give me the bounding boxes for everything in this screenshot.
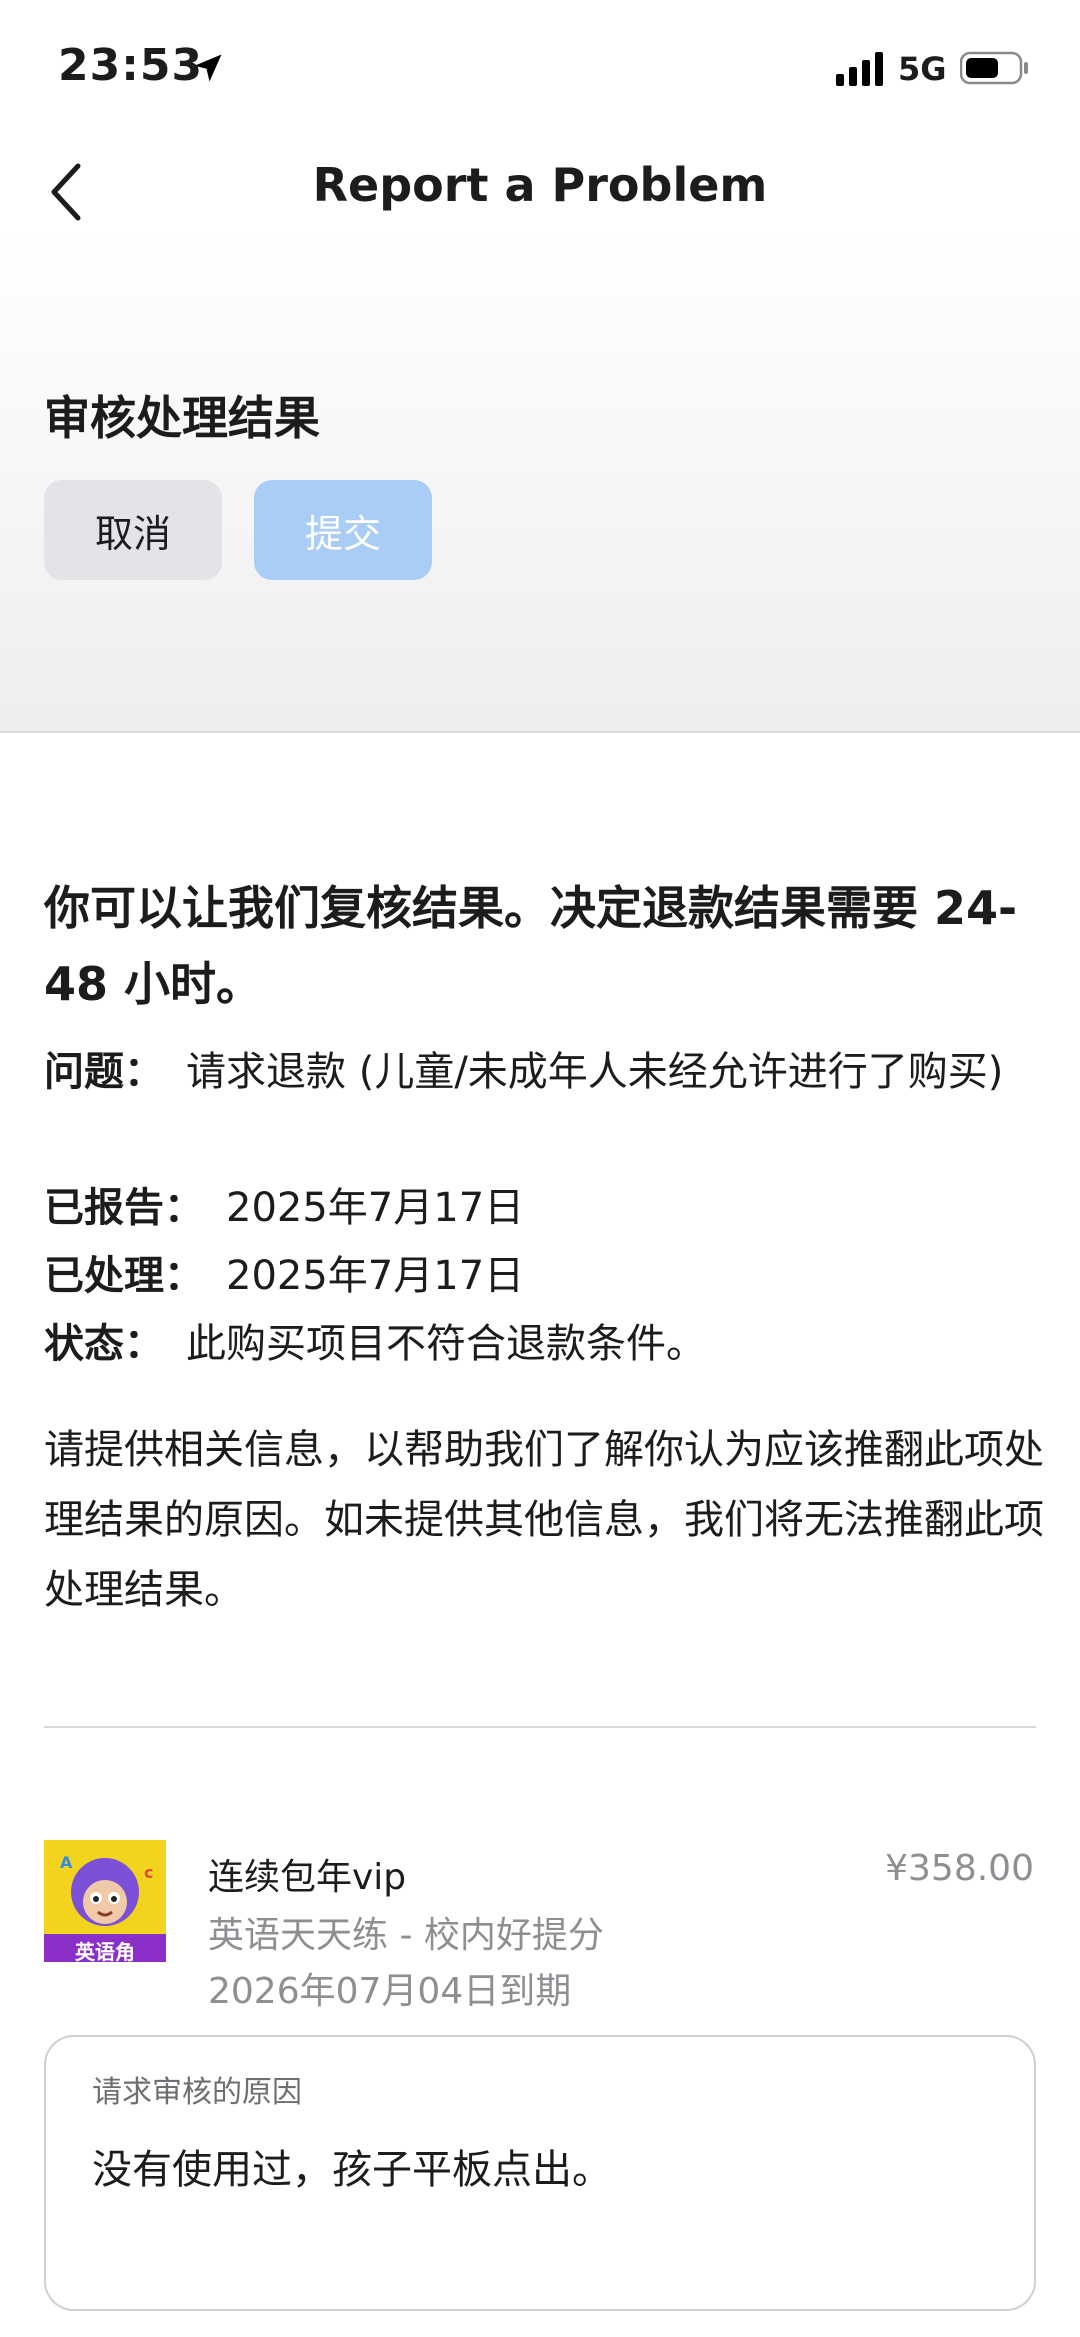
status-key: 状态： xyxy=(44,1321,164,1367)
svg-text:A: A xyxy=(60,1853,73,1872)
cancel-button[interactable]: 取消 xyxy=(44,480,222,580)
subscription-name: 连续包年vip xyxy=(208,1857,407,1898)
signal-bars-icon xyxy=(836,52,883,86)
battery-icon xyxy=(960,51,1028,85)
status-value: 此购买项目不符合退款条件。 xyxy=(186,1321,706,1367)
location-arrow-icon xyxy=(194,54,222,82)
reason-label: 请求审核的原因 xyxy=(92,2075,302,2110)
app-icon: A c 英语角 xyxy=(44,1840,166,1962)
issue-row: 问题： 请求退款 (儿童/未成年人未经允许进行了购买) xyxy=(44,1038,1044,1106)
app-name: 英语天天练 - 校内好提分 xyxy=(208,1915,604,1956)
status-time: 23:53 xyxy=(58,40,204,91)
status-bar: 23:53 5G xyxy=(0,0,1080,130)
divider xyxy=(44,1726,1036,1728)
subscription-price: ¥358.00 xyxy=(885,1848,1034,1889)
review-lead-text: 你可以让我们复核结果。决定退款结果需要 24-48 小时。 xyxy=(44,881,1018,1011)
submit-button[interactable]: 提交 xyxy=(254,480,432,580)
svg-text:c: c xyxy=(144,1863,153,1882)
review-result-title: 审核处理结果 xyxy=(44,391,320,445)
issue-key: 问题： xyxy=(44,1049,164,1095)
issue-value: 请求退款 (儿童/未成年人未经允许进行了购买) xyxy=(186,1049,1004,1095)
instruction-text: 请提供相关信息，以帮助我们了解你认为应该推翻此项处理结果的原因。如未提供其他信息… xyxy=(44,1427,1044,1613)
processed-key: 已处理： xyxy=(44,1253,204,1299)
reported-key: 已报告： xyxy=(44,1185,204,1231)
reason-input-box[interactable]: 请求审核的原因 没有使用过，孩子平板点出。 xyxy=(44,2035,1036,2311)
page-title: Report a Problem xyxy=(312,158,768,212)
network-label: 5G xyxy=(898,50,947,88)
header: 23:53 5G Report a Problem 审核处理结果 取消 提交 xyxy=(0,0,1080,733)
expiry-date: 2026年07月04日到期 xyxy=(208,1971,572,2012)
processed-value: 2025年7月17日 xyxy=(226,1253,525,1299)
app-icon-label: 英语角 xyxy=(75,1940,135,1962)
reason-textarea[interactable]: 没有使用过，孩子平板点出。 xyxy=(92,2137,992,2195)
status-row: 状态： 此购买项目不符合退款条件。 xyxy=(44,1310,1044,1378)
reported-row: 已报告： 2025年7月17日 xyxy=(44,1174,1044,1242)
reported-value: 2025年7月17日 xyxy=(226,1185,525,1231)
processed-row: 已处理： 2025年7月17日 xyxy=(44,1242,1044,1310)
